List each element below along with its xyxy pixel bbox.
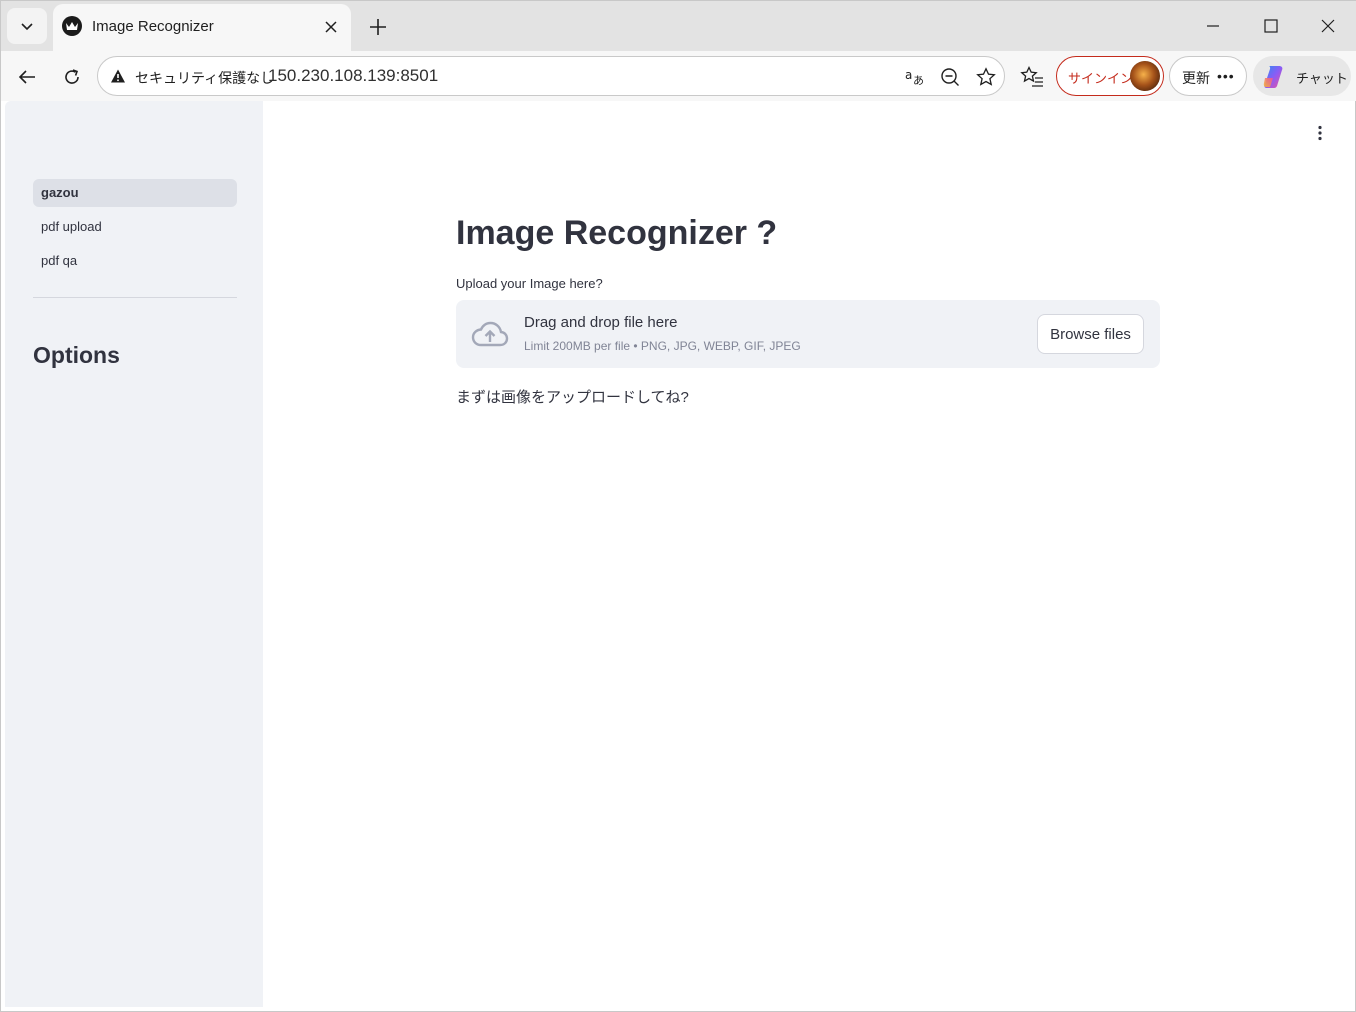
reload-button[interactable] [56, 61, 88, 93]
browser-window: Image Recognizer セキュリティ保護なし 150.230.108.… [0, 0, 1356, 1012]
tab-active[interactable]: Image Recognizer [53, 4, 351, 51]
plus-icon [370, 19, 386, 35]
uploader-label: Upload your Image here? [456, 276, 603, 291]
dropzone-title: Drag and drop file here [524, 314, 678, 331]
copilot-chat-button[interactable]: チャット [1253, 56, 1351, 96]
update-button[interactable]: 更新 ••• [1169, 56, 1247, 96]
dropzone-limit: Limit 200MB per file • PNG, JPG, WEBP, G… [524, 339, 801, 353]
instruction-text: まずは画像をアップロードしてね? [456, 389, 689, 406]
sidebar-item-label: gazou [41, 185, 79, 200]
sidebar-divider [33, 297, 237, 298]
zoom-out-icon [941, 68, 959, 86]
back-button[interactable] [11, 61, 43, 93]
page-title: Image Recognizer ? [456, 214, 778, 252]
avatar [1130, 61, 1160, 91]
translate-button[interactable]: aあ [903, 65, 927, 89]
sidebar-item-pdf-qa[interactable]: pdf qa [33, 247, 237, 275]
favicon-icon [62, 16, 82, 36]
zoom-out-button[interactable] [938, 65, 962, 89]
main-menu-button[interactable] [1308, 121, 1332, 145]
close-icon [325, 21, 337, 33]
file-dropzone[interactable]: Drag and drop file here Limit 200MB per … [456, 300, 1160, 368]
sidebar: gazou pdf upload pdf qa Options [5, 101, 263, 1007]
page-viewport: gazou pdf upload pdf qa Options Image Re… [5, 101, 1352, 1007]
maximize-icon [1264, 19, 1278, 33]
warning-icon[interactable] [110, 68, 126, 84]
signin-button[interactable]: サインイン [1056, 56, 1164, 96]
chevron-down-icon [21, 23, 33, 31]
signin-label: サインイン [1068, 71, 1134, 86]
sidebar-item-pdf-upload[interactable]: pdf upload [33, 213, 237, 241]
close-window-button[interactable] [1313, 11, 1343, 41]
minimize-icon [1207, 25, 1219, 27]
url-text[interactable]: 150.230.108.139:8501 [268, 66, 438, 86]
svg-text:あ: あ [913, 74, 924, 87]
svg-text:a: a [905, 68, 912, 82]
more-icon: ••• [1217, 68, 1235, 84]
tab-title: Image Recognizer [92, 18, 214, 35]
kebab-menu-icon [1318, 125, 1322, 141]
reload-icon [65, 69, 79, 84]
minimize-button[interactable] [1198, 11, 1228, 41]
copilot-icon [1263, 66, 1283, 88]
address-bar[interactable]: セキュリティ保護なし 150.230.108.139:8501 aあ [97, 56, 1005, 96]
tab-strip: Image Recognizer [1, 1, 1356, 51]
sidebar-item-label: pdf qa [41, 253, 78, 268]
security-label[interactable]: セキュリティ保護なし [135, 68, 274, 88]
browse-files-label: Browse files [1050, 326, 1131, 343]
sidebar-item-gazou[interactable]: gazou [33, 179, 237, 207]
favorite-star-button[interactable] [974, 65, 998, 89]
cloud-upload-icon [471, 321, 509, 347]
sidebar-item-label: pdf upload [41, 219, 102, 234]
chat-label: チャット [1296, 71, 1348, 86]
favorites-icon[interactable] [1019, 64, 1045, 90]
maximize-button[interactable] [1256, 11, 1286, 41]
browse-files-button[interactable]: Browse files [1037, 314, 1144, 354]
tab-list-button[interactable] [7, 8, 47, 44]
update-label: 更新 [1182, 70, 1210, 86]
star-icon [976, 67, 996, 86]
new-tab-button[interactable] [363, 12, 393, 42]
tab-close-button[interactable] [319, 15, 343, 39]
sidebar-heading: Options [33, 342, 120, 368]
navigation-bar: セキュリティ保護なし 150.230.108.139:8501 aあ サインイン… [1, 51, 1356, 101]
translate-icon: aあ [905, 68, 924, 87]
close-icon [1321, 19, 1335, 33]
back-icon [18, 70, 35, 84]
